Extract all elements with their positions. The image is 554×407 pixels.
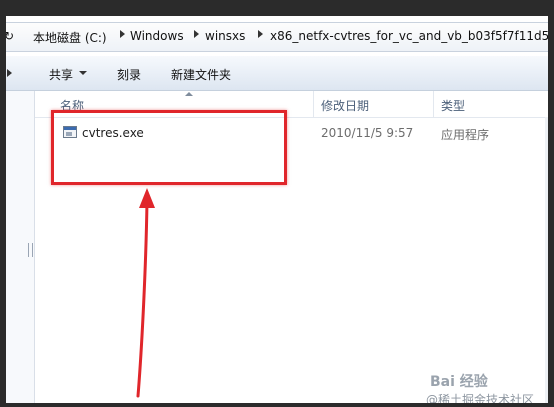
explorer-window: ↻ 本地磁盘 (C:) Windows winsxs x86_netfx-cvt… <box>6 16 548 403</box>
watermark-text: @稀土掘金技术社区 <box>426 393 535 403</box>
watermark-logo: Bai 经验 <box>430 374 488 390</box>
watermark: Bai 经验 @稀土掘金技术社区 <box>420 371 548 403</box>
red-arrow-icon <box>136 188 155 398</box>
